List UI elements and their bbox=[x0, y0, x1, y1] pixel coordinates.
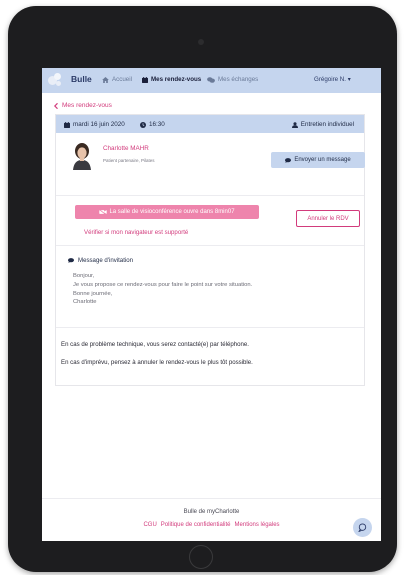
divider bbox=[56, 195, 364, 196]
speech-bubble-icon bbox=[285, 157, 292, 163]
footer-brand: Bulle de myCharlotte bbox=[183, 509, 240, 515]
nav-rdv-label: Mes rendez-vous bbox=[151, 76, 202, 83]
partner-name[interactable]: Charlotte MAHR bbox=[103, 145, 149, 152]
chat-fab-icon bbox=[358, 523, 367, 532]
visio-room-button[interactable]: La salle de visioconférence ouvre dans 8… bbox=[75, 205, 259, 219]
nav-accueil-label: Accueil bbox=[112, 76, 132, 83]
invitation-line: Bonne journée, bbox=[73, 290, 113, 297]
partner-role: Patient partenaire, Pilates bbox=[103, 158, 155, 163]
divider bbox=[56, 327, 364, 328]
send-message-label: Envoyer un message bbox=[294, 157, 351, 163]
back-link-label: Mes rendez-vous bbox=[62, 102, 112, 109]
nav-accueil[interactable]: Accueil bbox=[102, 76, 132, 83]
invitation-title: Message d'invitation bbox=[68, 257, 133, 264]
chevron-left-icon bbox=[54, 102, 58, 109]
video-off-icon bbox=[99, 209, 108, 215]
invitation-line: Bonjour, bbox=[73, 273, 95, 279]
home-icon bbox=[102, 76, 109, 83]
visio-room-label: La salle de visioconférence ouvre dans 8… bbox=[109, 209, 235, 215]
check-browser-link[interactable]: Vérifier si mon navigateur est supporté bbox=[84, 229, 188, 236]
footer-links: CGU Politique de confidentialité Mention… bbox=[42, 522, 381, 528]
appointment-time-text: 16:30 bbox=[149, 121, 165, 128]
nav-mes-rendez-vous[interactable]: Mes rendez-vous bbox=[142, 76, 201, 83]
appointment-time: 16:30 bbox=[140, 121, 165, 128]
home-button[interactable] bbox=[189, 545, 213, 569]
invitation-line: Je vous propose ce rendez-vous pour fair… bbox=[73, 281, 253, 288]
phone-contact-notice: En cas de problème technique, vous serez… bbox=[61, 341, 250, 348]
speech-bubble-icon bbox=[68, 258, 74, 263]
nav-mes-echanges[interactable]: Mes échanges bbox=[207, 76, 258, 83]
tablet-frame: Bulle Accueil Mes rendez-vous Mes échang… bbox=[8, 6, 397, 572]
cgu-link[interactable]: CGU bbox=[143, 522, 156, 528]
cancel-notice: En cas d'imprévu, pensez à annuler le re… bbox=[61, 359, 253, 366]
appointment-date: mardi 16 juin 2020 bbox=[64, 121, 125, 128]
back-link[interactable]: Mes rendez-vous bbox=[54, 102, 112, 109]
navbar: Bulle Accueil Mes rendez-vous Mes échang… bbox=[42, 68, 381, 93]
legal-notice-link[interactable]: Mentions légales bbox=[235, 522, 280, 528]
appointment-type: Entretien individuel bbox=[291, 121, 354, 128]
user-menu[interactable]: Grégoire N. ▾ bbox=[314, 76, 351, 83]
invitation-line: Charlotte bbox=[73, 299, 97, 306]
partner-avatar bbox=[71, 142, 93, 170]
bulle-logo-icon[interactable] bbox=[48, 73, 62, 87]
app-screen: Bulle Accueil Mes rendez-vous Mes échang… bbox=[42, 68, 381, 541]
chat-fab-button[interactable] bbox=[353, 518, 372, 537]
footer: Bulle de myCharlotte CGU Politique de co… bbox=[42, 498, 381, 541]
calendar-icon bbox=[64, 121, 70, 128]
camera bbox=[198, 39, 204, 45]
appointment-card: mardi 16 juin 2020 16:30 Entretien indiv… bbox=[55, 114, 365, 386]
user-icon bbox=[291, 121, 298, 128]
nav-echanges-label: Mes échanges bbox=[218, 76, 259, 83]
clock-icon bbox=[140, 121, 146, 128]
invitation-title-text: Message d'invitation bbox=[78, 257, 134, 264]
brand-name[interactable]: Bulle bbox=[71, 74, 92, 84]
appointment-type-text: Entretien individuel bbox=[300, 121, 354, 128]
appointment-date-text: mardi 16 juin 2020 bbox=[73, 121, 125, 128]
appointment-header: mardi 16 juin 2020 16:30 Entretien indiv… bbox=[56, 115, 364, 133]
invitation-message: Bonjour, Je vous propose ce rendez-vous … bbox=[73, 272, 252, 307]
divider bbox=[56, 245, 364, 246]
calendar-icon bbox=[142, 76, 148, 83]
cancel-appointment-button[interactable]: Annuler le RDV bbox=[296, 210, 360, 227]
privacy-policy-link[interactable]: Politique de confidentialité bbox=[161, 522, 231, 528]
chat-bubbles-icon bbox=[207, 76, 215, 83]
send-message-button[interactable]: Envoyer un message bbox=[271, 152, 365, 168]
